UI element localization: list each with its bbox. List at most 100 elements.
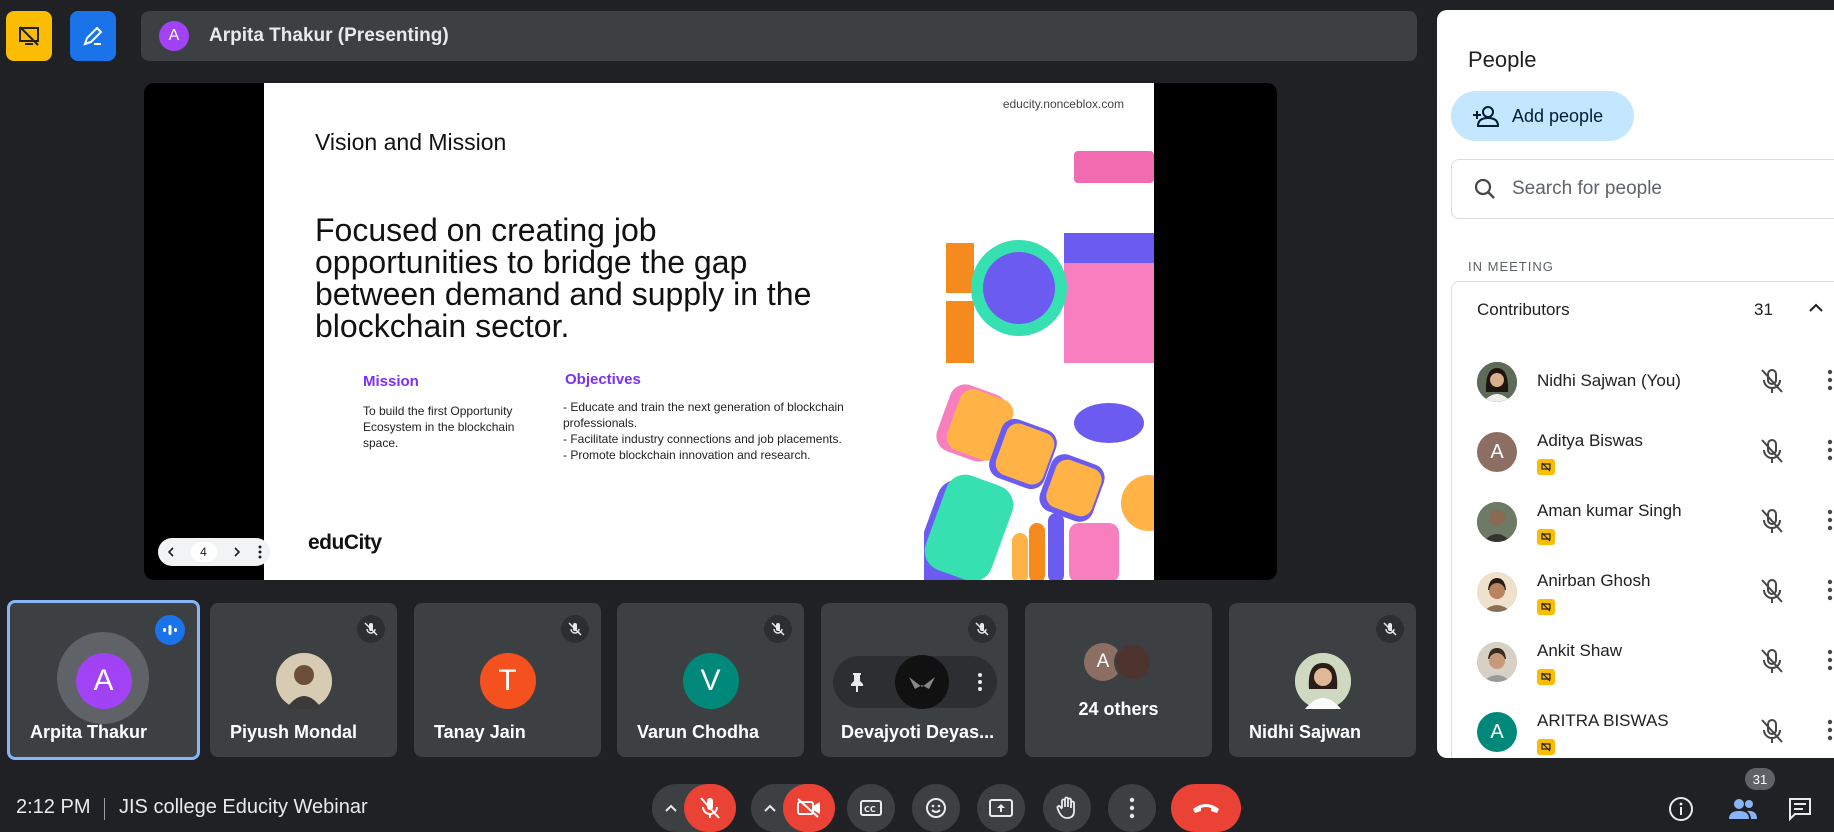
clock: 2:12 PM [16, 796, 91, 818]
more-options-button[interactable] [1108, 784, 1156, 832]
avatar-photo [1477, 362, 1517, 402]
reactions-button[interactable] [912, 784, 960, 832]
captions-button[interactable]: CC [847, 784, 895, 832]
educity-logo: eduCity [308, 531, 382, 554]
mic-off-icon [1759, 577, 1785, 605]
speaking-indicator-icon [155, 615, 185, 645]
slide-title: Vision and Mission [315, 129, 507, 155]
participant-tile-nidhi[interactable]: Nidhi Sajwan [1229, 603, 1416, 757]
avatar-photo [1477, 502, 1517, 542]
slide-decoration [924, 151, 1154, 580]
presentation-off-icon [1537, 529, 1555, 545]
person-name: Anirban Ghosh [1537, 571, 1651, 590]
chat-button[interactable] [1785, 794, 1815, 824]
mic-off-icon [357, 615, 385, 643]
raise-hand-button[interactable] [1043, 784, 1091, 832]
participant-tile-piyush[interactable]: Piyush Mondal [210, 603, 397, 757]
present-button[interactable] [977, 784, 1025, 832]
presenter-bar: A Arpita Thakur (Presenting) [141, 11, 1417, 61]
avatar: A [75, 653, 132, 709]
avatar-photo [275, 653, 332, 709]
mic-off-icon [1759, 507, 1785, 535]
captions-icon: CC [859, 798, 883, 818]
participant-name: Varun Chodha [637, 722, 760, 742]
participant-name: Nidhi Sajwan [1249, 722, 1362, 742]
people-button[interactable] [1726, 794, 1760, 824]
video-options-button[interactable] [763, 803, 777, 813]
add-people-button[interactable]: Add people [1451, 91, 1634, 141]
presentation-off-button[interactable] [6, 11, 52, 61]
objective-item: - Promote blockchain innovation and rese… [563, 448, 811, 462]
people-icon [1727, 796, 1759, 822]
contributors-header[interactable]: Contributors 31 [1451, 281, 1834, 338]
more-vert-icon[interactable] [1827, 649, 1833, 671]
avatar-photo [1477, 572, 1517, 612]
more-vert-icon[interactable] [1827, 369, 1833, 391]
list-item[interactable]: Anirban Ghosh [1452, 557, 1834, 627]
search-input[interactable] [1510, 177, 1814, 201]
more-vert-icon[interactable] [1827, 509, 1833, 531]
more-vert-icon[interactable] [1827, 719, 1833, 741]
contributors-list: Nidhi Sajwan (You) A Aditya Biswas Aman … [1451, 337, 1834, 758]
people-panel: People Add people IN MEETING Contributor… [1437, 10, 1834, 758]
tile-more-button[interactable] [977, 672, 983, 692]
avatar: V [682, 653, 739, 709]
participant-tile-tanay[interactable]: T Tanay Jain [414, 603, 601, 757]
more-vert-icon [258, 545, 261, 559]
more-vert-icon [1129, 797, 1135, 819]
participant-tile-arpita[interactable]: A Arpita Thakur [7, 600, 200, 760]
mic-off-icon [1759, 717, 1785, 745]
slide-navigator: 4 [158, 538, 270, 566]
prev-slide-button[interactable] [166, 547, 176, 557]
mission-body: To build the first Opportunity Ecosystem… [363, 404, 515, 450]
participant-tile-varun[interactable]: V Varun Chodha [617, 603, 804, 757]
people-count-badge: 31 [1745, 768, 1775, 790]
list-item[interactable]: Nidhi Sajwan (You) [1452, 347, 1834, 417]
participant-tile-devajyoti[interactable]: Devajyoti Deyas... [821, 603, 1008, 757]
annotate-button[interactable] [70, 11, 116, 61]
participant-name: Piyush Mondal [230, 722, 358, 742]
participant-name: Arpita Thakur [30, 722, 148, 742]
objective-item: - Educate and train the next generation … [563, 400, 844, 430]
mic-off-icon [968, 615, 996, 643]
avatar: A [1477, 712, 1517, 752]
camera-toggle-button[interactable] [783, 784, 835, 832]
presentation-stage: educity.nonceblox.com Vision and Mission… [144, 83, 1277, 580]
avatar: T [479, 653, 536, 709]
list-item[interactable]: Ankit Shaw [1452, 627, 1834, 697]
meeting-details-button[interactable] [1666, 794, 1696, 824]
more-vert-icon[interactable] [1827, 439, 1833, 461]
more-vert-icon[interactable] [1827, 579, 1833, 601]
search-icon [1474, 178, 1496, 200]
hand-icon [1056, 796, 1078, 820]
slide-more-button[interactable] [257, 545, 263, 559]
avatar-photo [1114, 643, 1152, 681]
participant-name: Tanay Jain [434, 722, 526, 742]
mic-off-icon [764, 615, 792, 643]
mic-off-icon [1376, 615, 1404, 643]
list-item[interactable]: A Aditya Biswas [1452, 417, 1834, 487]
search-box [1451, 159, 1834, 219]
avatar-photo [1294, 653, 1351, 709]
person-name: Nidhi Sajwan (You) [1537, 371, 1681, 390]
camera-off-icon [796, 797, 822, 819]
slide-page-number: 4 [190, 542, 217, 562]
list-item[interactable]: Aman kumar Singh [1452, 487, 1834, 557]
leave-call-button[interactable] [1171, 784, 1241, 832]
meeting-name: JIS college Educity Webinar [119, 796, 368, 818]
objectives-list: - Educate and train the next generation … [563, 399, 863, 463]
info-icon [1668, 796, 1694, 822]
presentation-off-icon [1537, 459, 1555, 475]
divider [104, 798, 105, 820]
pin-button[interactable] [847, 671, 867, 693]
emoji-icon [924, 796, 948, 820]
objectives-title: Objectives [565, 371, 641, 388]
mic-toggle-button[interactable] [684, 784, 736, 832]
audio-options-button[interactable] [664, 803, 678, 813]
list-item[interactable]: A ARITRA BISWAS [1452, 697, 1834, 758]
tile-hover-controls [833, 655, 997, 709]
participant-tile-others[interactable]: A 24 others [1025, 603, 1212, 757]
svg-text:CC: CC [864, 805, 876, 814]
pen-icon [81, 24, 105, 48]
next-slide-button[interactable] [232, 547, 242, 557]
